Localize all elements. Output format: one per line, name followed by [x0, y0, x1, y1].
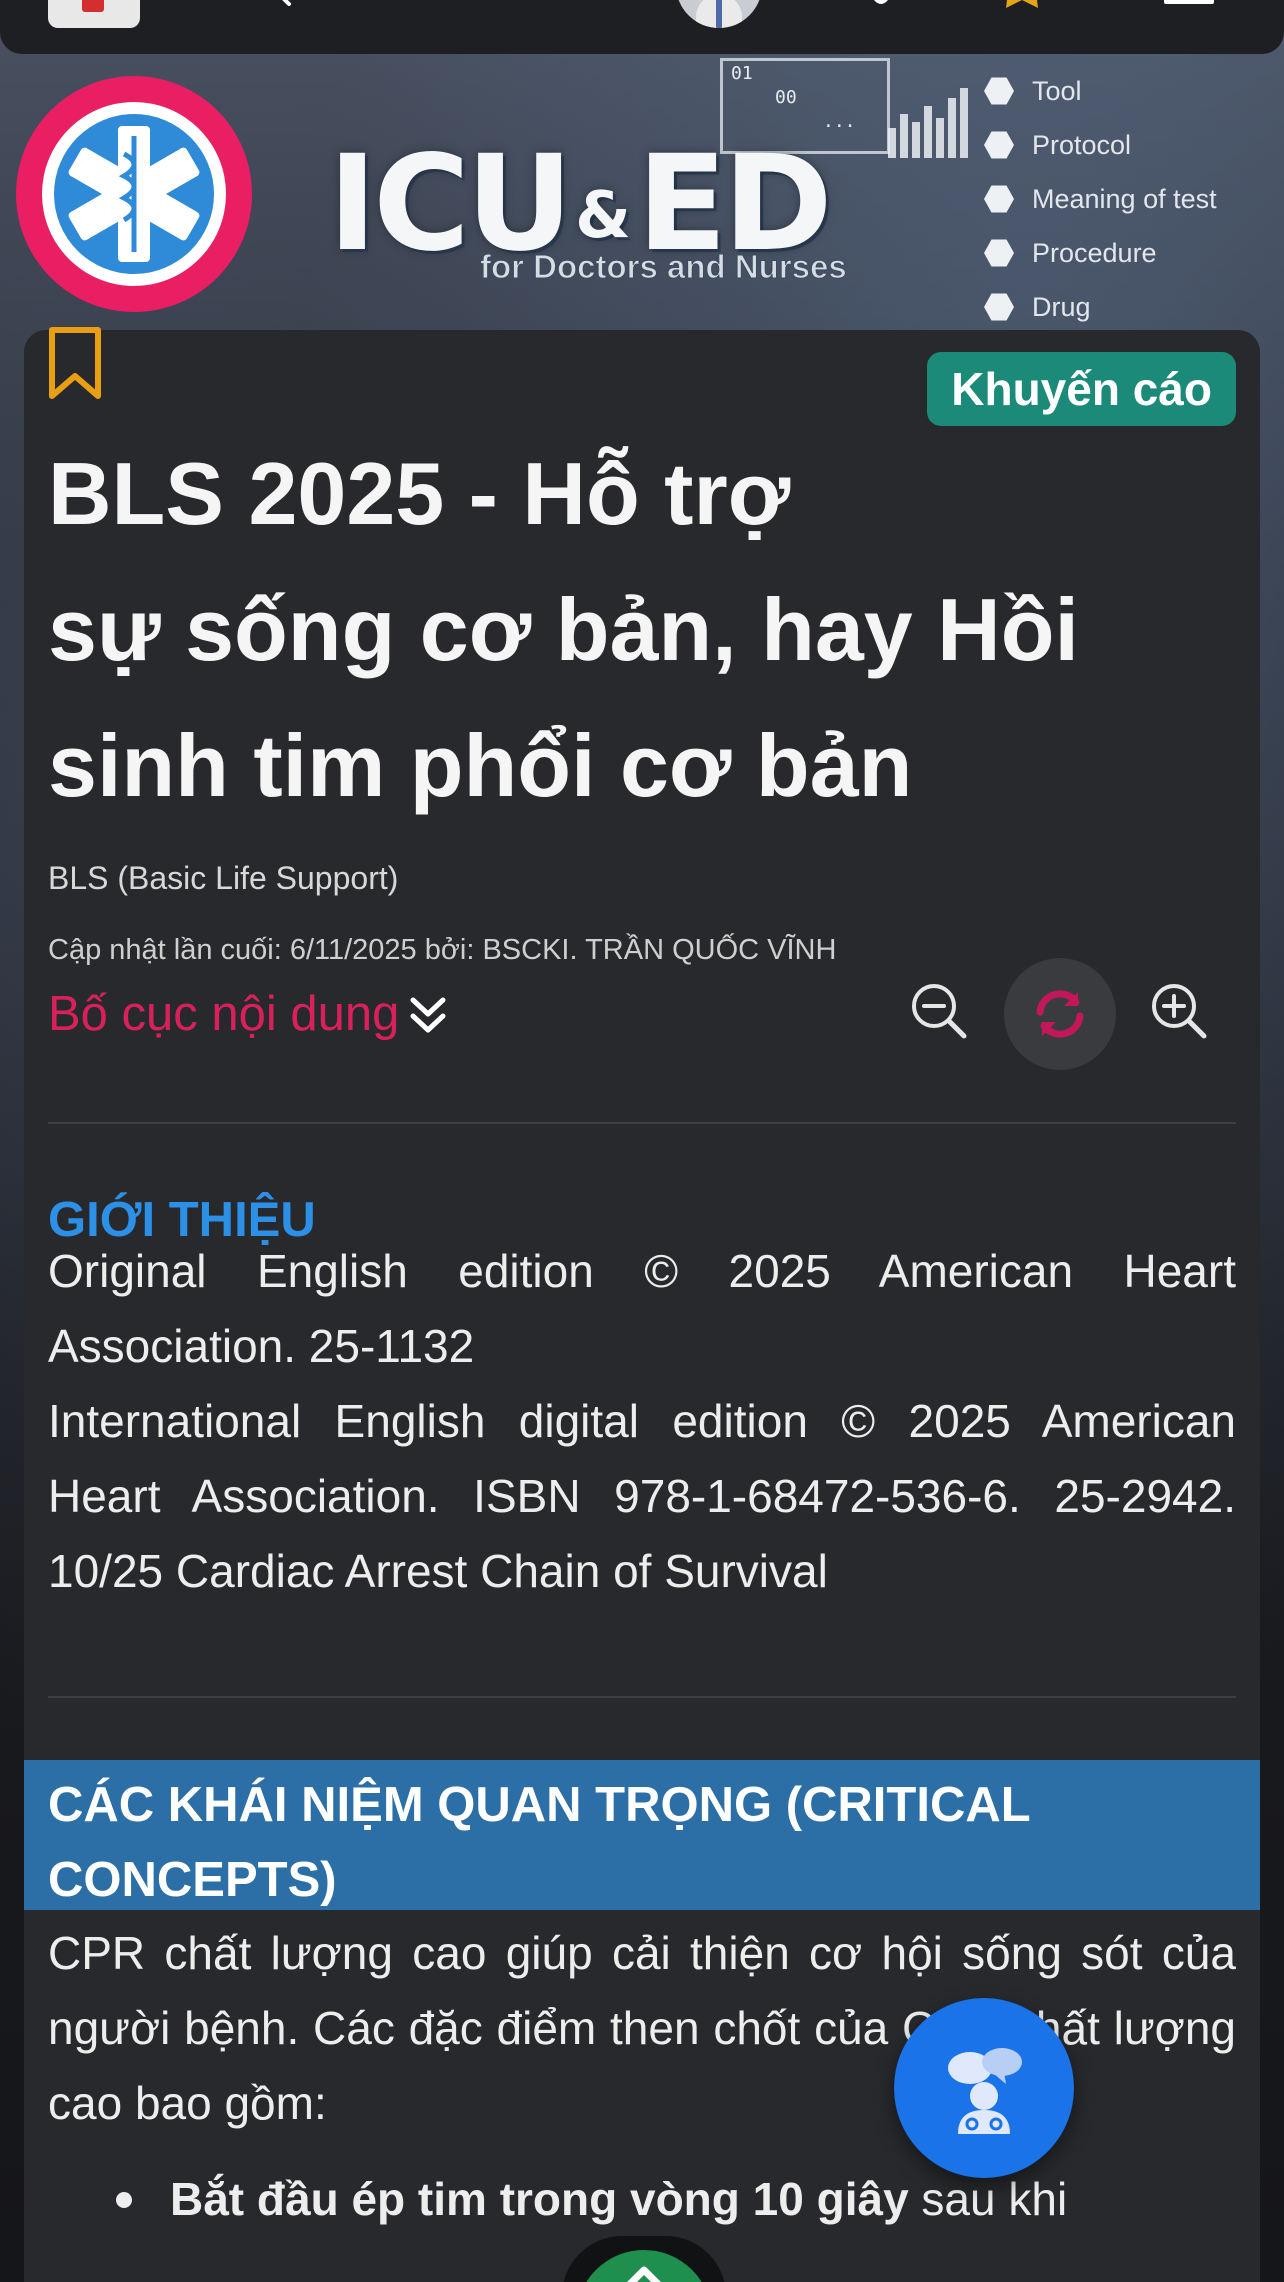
- app-banner: 01 00 ... ICU&ED for Doctors and Nurses …: [0, 54, 1284, 334]
- feature-label: Procedure: [1032, 238, 1157, 268]
- page-title-line: BLS 2025 - Hỗ trợ: [48, 444, 791, 543]
- hexagon-icon: [984, 293, 1014, 321]
- banner-title-amp: &: [575, 179, 631, 253]
- divider: [48, 1122, 1236, 1124]
- list-item-text: sau khi: [908, 2173, 1068, 2225]
- doctor-chat-icon: [948, 2048, 1022, 2134]
- feature-label: Protocol: [1032, 130, 1132, 160]
- bar-graphic: [888, 88, 972, 158]
- feature-label: Drug: [1032, 292, 1091, 322]
- feature-list: Tool Protocol Meaning of test Procedure …: [984, 72, 1284, 342]
- hexagon-icon: [984, 131, 1014, 159]
- page-title: BLS 2025 - Hỗ trợ sự sống cơ bản, hay Hồ…: [48, 426, 1148, 834]
- hexagon-icon: [984, 77, 1014, 105]
- last-updated: Cập nhật lần cuối: 6/11/2025 bởi: BSCKI.…: [48, 934, 837, 966]
- emergency-emblem-icon: [16, 76, 252, 312]
- top-nav-bar: [0, 0, 1284, 54]
- doctor-chat-button[interactable]: [894, 1998, 1074, 2178]
- table-of-contents-toggle[interactable]: Bố cục nội dung: [48, 986, 447, 1042]
- banner-subtitle: for Doctors and Nurses: [480, 248, 848, 286]
- hexagon-icon: [984, 185, 1014, 213]
- page-title-line: sự sống cơ bản, hay Hồi: [48, 580, 1079, 679]
- critical-concepts-heading: CÁC KHÁI NIỆM QUAN TRỌNG (CRITICAL CONCE…: [24, 1760, 1260, 1910]
- feature-label: Meaning of test: [1032, 184, 1217, 214]
- chevron-up-icon: [627, 2266, 661, 2282]
- intro-paragraph: Original English edition © 2025 American…: [48, 1245, 1236, 1372]
- feature-item: Meaning of test: [984, 180, 1284, 234]
- list-item: Bắt đầu ép tim trong vòng 10 giây sau kh…: [116, 2162, 1236, 2237]
- double-chevron-down-icon: [410, 997, 446, 1033]
- search-icon[interactable]: [255, 0, 295, 10]
- feature-item: Tool: [984, 72, 1284, 126]
- star-icon[interactable]: [998, 0, 1046, 12]
- bookmark-icon[interactable]: [46, 326, 104, 402]
- hexagon-icon: [984, 239, 1014, 267]
- zoom-out-icon[interactable]: [908, 980, 972, 1044]
- home-logo-button[interactable]: [48, 0, 140, 28]
- toc-label: Bố cục nội dung: [48, 987, 400, 1041]
- divider: [48, 1696, 1236, 1698]
- menu-icon[interactable]: [1164, 0, 1214, 4]
- category-badge[interactable]: Khuyến cáo: [927, 352, 1236, 426]
- avatar[interactable]: [676, 0, 762, 28]
- feature-item: Procedure: [984, 234, 1284, 288]
- bell-icon[interactable]: [866, 0, 896, 8]
- logo-icon: [82, 0, 104, 12]
- intro-paragraph: International English digital edition © …: [48, 1395, 1236, 1597]
- avatar-tie: [716, 0, 722, 28]
- binary-label: 01: [731, 63, 753, 84]
- zoom-in-icon[interactable]: [1148, 980, 1212, 1044]
- reset-zoom-button[interactable]: [1004, 958, 1116, 1070]
- feature-item: Protocol: [984, 126, 1284, 180]
- binary-label: 00: [775, 87, 797, 108]
- page-title-line: sinh tim phổi cơ bản: [48, 716, 913, 815]
- article-subtitle: BLS (Basic Life Support): [48, 860, 399, 896]
- article-card: Khuyến cáo BLS 2025 - Hỗ trợ sự sống cơ …: [24, 327, 1260, 2282]
- feature-label: Tool: [1032, 76, 1082, 106]
- list-item-bold: Bắt đầu ép tim trong vòng 10 giây: [170, 2173, 909, 2225]
- refresh-icon: [1036, 990, 1084, 1038]
